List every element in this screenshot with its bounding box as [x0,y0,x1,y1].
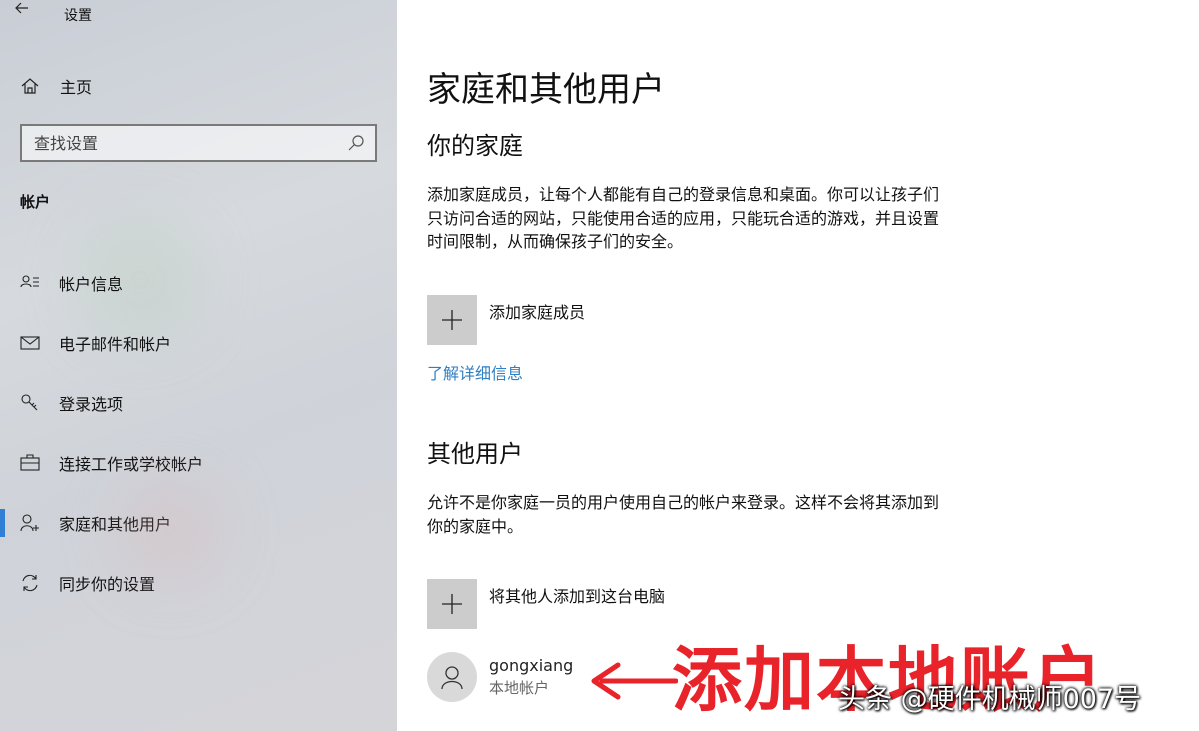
family-description-line: 添加家庭成员，让每个人都能有自己的登录信息和桌面。你可以让孩子们 [427,185,940,204]
app-title: 设置 [64,8,92,24]
key-icon [21,394,38,411]
home-icon [21,78,39,94]
sidebar-item-label: 登录选项 [59,395,124,414]
sidebar-item-label: 同步你的设置 [59,575,156,594]
sidebar-item-label: 连接工作或学校帐户 [59,455,204,474]
add-other-user-label: 将其他人添加到这台电脑 [489,587,666,606]
main-content: 家庭和其他用户 你的家庭 添加家庭成员，让每个人都能有自己的登录信息和桌面。你可… [397,0,1199,731]
user-account-type: 本地帐户 [489,679,550,697]
section-heading: 帐户 [20,193,51,211]
add-tile[interactable] [427,579,477,629]
user-item-gongxiang[interactable]: gongxiang 本地帐户 [427,652,573,704]
account-info-icon [20,275,39,288]
add-other-user-button[interactable]: 将其他人添加到这台电脑 [427,579,665,629]
left-arrow-icon [589,660,678,702]
page-title: 家庭和其他用户 [427,70,665,110]
sidebar-home-label: 主页 [60,78,93,97]
avatar [427,652,477,702]
family-heading: 你的家庭 [427,132,523,160]
back-arrow-icon [15,2,28,14]
sidebar-item-label: 电子邮件和帐户 [59,335,172,354]
sidebar-item-family[interactable]: 家庭和其他用户 [0,493,397,553]
search-input[interactable] [22,126,342,160]
add-user-icon [20,514,39,532]
sidebar-home[interactable]: 主页 [20,74,92,98]
sidebar-item-sync[interactable]: 同步你的设置 [0,553,397,613]
family-description-line: 只访问合适的网站，只能使用合适的应用，只能玩合适的游戏，并且设置 [427,208,940,228]
user-text: gongxiang 本地帐户 [489,656,573,704]
other-users-heading: 其他用户 [427,440,523,468]
plus-icon [442,594,462,614]
sidebar-item-email[interactable]: 电子邮件和帐户 [0,313,397,373]
title-bar: 设置 [0,0,397,28]
sidebar: 设置 主页 帐户 帐户信息 电子邮件和帐户 [0,0,397,731]
user-name: gongxiang [489,656,574,675]
email-icon [20,336,40,350]
add-family-member-button[interactable]: 添加家庭成员 [427,295,585,345]
sidebar-item-sign-in[interactable]: 登录选项 [0,373,397,433]
family-description: 添加家庭成员，让每个人都能有自己的登录信息和桌面。你可以让孩子们 只访问合适的网… [427,183,987,254]
briefcase-icon [20,454,40,471]
sidebar-item-work-school[interactable]: 连接工作或学校帐户 [0,433,397,493]
user-icon [441,666,463,690]
other-users-description-line: 允许不是你家庭一员的用户使用自己的帐户来登录。这样不会将其添加到 [427,493,940,512]
family-description-line: 时间限制，从而确保孩子们的安全。 [427,232,684,251]
sidebar-item-label: 家庭和其他用户 [59,515,172,534]
learn-more-link[interactable]: 了解详细信息 [427,360,523,384]
sidebar-item-label: 帐户信息 [59,275,124,294]
back-button[interactable] [14,0,36,22]
add-family-member-label: 添加家庭成员 [489,303,586,322]
search-icon[interactable] [347,134,365,152]
search-box[interactable] [20,124,377,162]
watermark: 头条 @硬件机械师007号 [838,684,1142,715]
other-users-description: 允许不是你家庭一员的用户使用自己的帐户来登录。这样不会将其添加到 你的家庭中。 [427,491,987,538]
sidebar-nav: 帐户信息 电子邮件和帐户 登录选项 连接工作或学校帐户 家庭和其他用户 同步你的… [0,253,397,613]
other-users-description-line: 你的家庭中。 [427,516,524,536]
sync-icon [22,574,38,592]
sidebar-item-account-info[interactable]: 帐户信息 [0,253,397,313]
add-tile[interactable] [427,295,477,345]
plus-icon [442,310,462,330]
